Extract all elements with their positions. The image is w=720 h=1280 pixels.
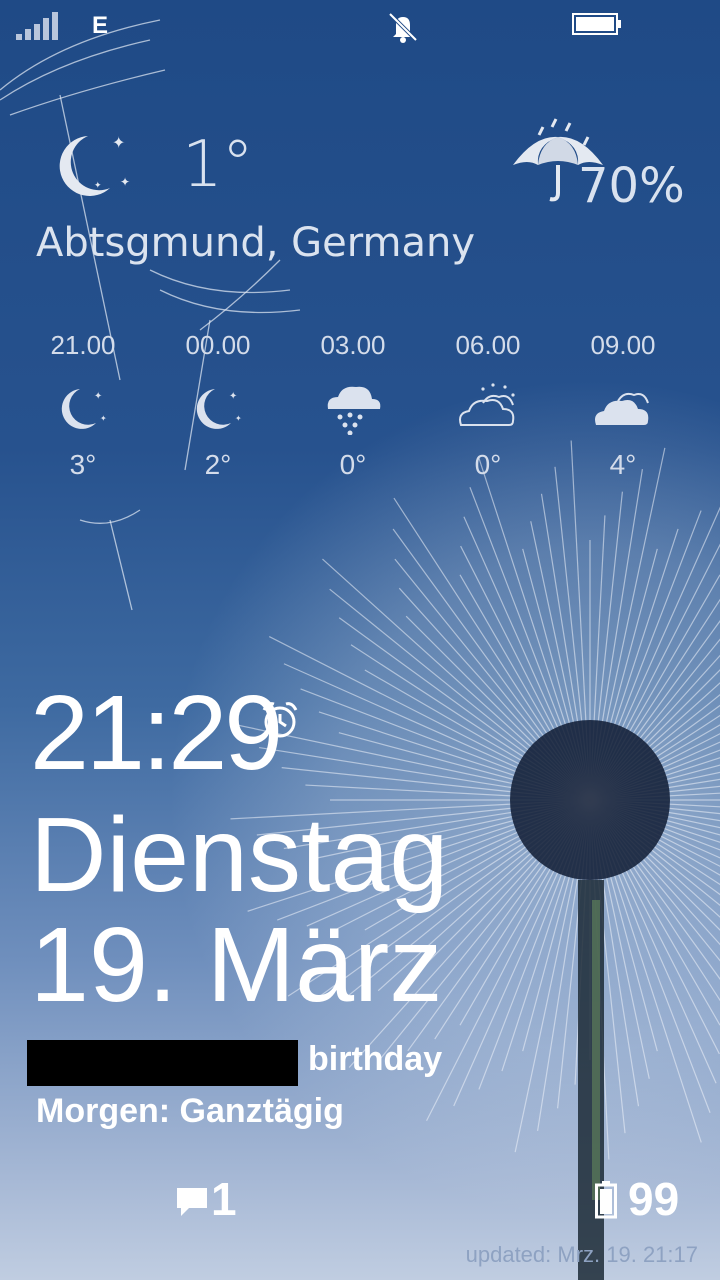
alarm-clock-icon (262, 702, 298, 738)
forecast-time: 00.00 (185, 330, 251, 360)
snow-cloud-icon (327, 386, 381, 435)
battery-level: 99 (628, 1173, 680, 1225)
moon-stars-icon: ✦ ✦ (61, 389, 107, 429)
network-type: E (92, 12, 109, 39)
cloud-icon (595, 392, 649, 425)
precipitation-chance: 70% (578, 158, 685, 214)
svg-text:✦: ✦ (94, 391, 102, 402)
svg-text:✦: ✦ (229, 391, 237, 402)
forecast-temp: 0° (474, 449, 502, 480)
forecast-time: 09.00 (590, 330, 656, 360)
forecast-item: 09.00 4° (558, 330, 688, 481)
forecast-time: 21.00 (50, 330, 116, 360)
forecast-time: 06.00 (455, 330, 521, 360)
forecast-item: 03.00 0° (288, 330, 418, 481)
forecast-item: 06.00 0° (423, 330, 553, 481)
battery-icon (595, 1181, 617, 1219)
bell-muted-icon (388, 12, 418, 43)
svg-text:✦: ✦ (94, 181, 102, 191)
forecast-temp: 3° (69, 449, 97, 480)
forecast-temp: 4° (609, 449, 637, 480)
calendar-tomorrow: Morgen: Ganztägig (36, 1092, 344, 1130)
current-temperature: 1° (182, 128, 254, 202)
svg-text:✦: ✦ (100, 414, 107, 423)
forecast-temp: 0° (339, 449, 367, 480)
lock-time: 21:29 (30, 674, 283, 792)
message-icon (177, 1188, 207, 1216)
lock-date: 19. März (30, 906, 443, 1024)
status-bar: E (0, 0, 720, 56)
forecast-item: 21.00 ✦ ✦ 3° (18, 330, 148, 481)
message-count: 1 (211, 1173, 237, 1225)
calendar-event: birthday (308, 1040, 443, 1078)
hourly-forecast: 21.00 ✦ ✦ 3° 00.00 ✦ ✦ 2° 03.00 0° 06.00 (18, 330, 708, 510)
svg-text:✦: ✦ (120, 175, 130, 189)
svg-text:✦: ✦ (235, 414, 242, 423)
updated-timestamp: updated: Mrz. 19. 21:17 (465, 1242, 698, 1267)
signal-bars-icon (16, 12, 58, 40)
weather-location: Abtsgmund, Germany (36, 220, 476, 266)
svg-text:✦: ✦ (112, 133, 125, 152)
battery-icon (572, 13, 621, 35)
moon-stars-icon: ✦ ✦ (196, 389, 242, 429)
forecast-item: 00.00 ✦ ✦ 2° (153, 330, 283, 481)
lock-weekday: Dienstag (30, 796, 449, 914)
forecast-time: 03.00 (320, 330, 386, 360)
forecast-temp: 2° (204, 449, 232, 480)
cloud-sun-icon (459, 383, 515, 426)
redacted-name (27, 1040, 298, 1086)
moon-stars-icon: ✦ ✦ ✦ (59, 133, 130, 196)
